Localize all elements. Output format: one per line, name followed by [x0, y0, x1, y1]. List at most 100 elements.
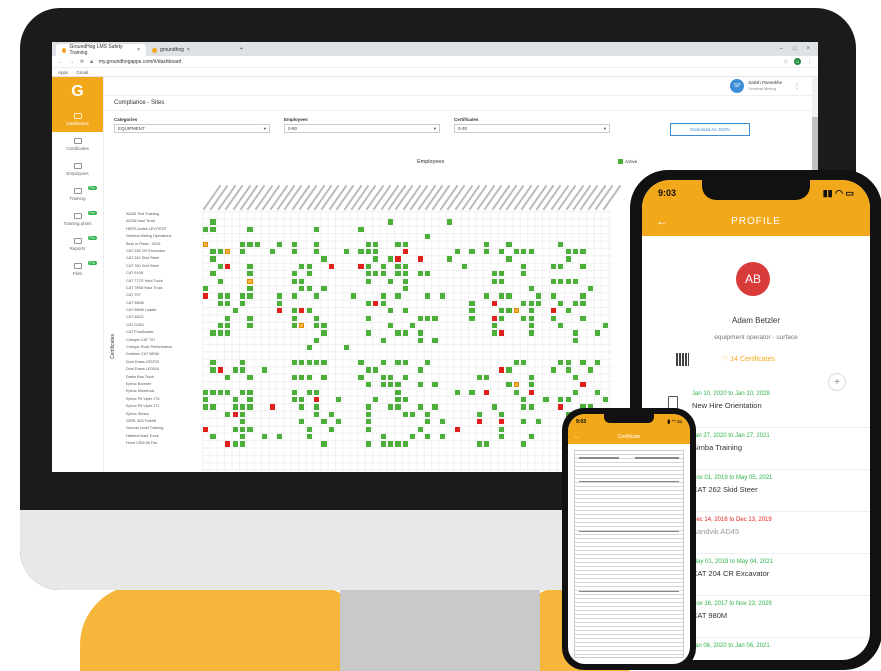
matrix-cell-active[interactable]	[321, 419, 327, 425]
matrix-cell-active[interactable]	[402, 397, 408, 403]
matrix-cell-active[interactable]	[499, 411, 505, 417]
matrix-cell-active[interactable]	[210, 434, 216, 440]
matrix-cell-active[interactable]	[365, 249, 371, 255]
matrix-cell-expired[interactable]	[558, 404, 564, 410]
matrix-cell-active[interactable]	[484, 293, 490, 299]
matrix-cell-active[interactable]	[240, 241, 246, 247]
matrix-cell-active[interactable]	[558, 360, 564, 366]
matrix-cell-active[interactable]	[402, 441, 408, 447]
matrix-cell-active[interactable]	[240, 360, 246, 366]
matrix-cell-active[interactable]	[321, 286, 327, 292]
matrix-cell-active[interactable]	[521, 360, 527, 366]
matrix-cell-active[interactable]	[513, 249, 519, 255]
matrix-cell-expired[interactable]	[499, 330, 505, 336]
matrix-cell-active[interactable]	[521, 300, 527, 306]
matrix-cell-active[interactable]	[240, 293, 246, 299]
bookmark-apps[interactable]: Apps	[58, 70, 68, 75]
matrix-cell-active[interactable]	[217, 293, 223, 299]
matrix-cell-expired[interactable]	[550, 308, 556, 314]
matrix-cell-active[interactable]	[210, 404, 216, 410]
matrix-cell-active[interactable]	[232, 441, 238, 447]
matrix-cell-active[interactable]	[203, 397, 209, 403]
menu-icon[interactable]: ⋮	[807, 59, 812, 65]
matrix-cell-active[interactable]	[358, 374, 364, 380]
matrix-cell-active[interactable]	[225, 323, 231, 329]
matrix-cell-expired[interactable]	[417, 256, 423, 262]
matrix-cell-active[interactable]	[417, 337, 423, 343]
matrix-cell-active[interactable]	[247, 293, 253, 299]
matrix-cell-active[interactable]	[417, 271, 423, 277]
matrix-cell-active[interactable]	[388, 374, 394, 380]
matrix-cell-active[interactable]	[580, 293, 586, 299]
certificates-select[interactable]: 0-30 ▾	[454, 124, 610, 133]
matrix-cell-active[interactable]	[314, 404, 320, 410]
matrix-cell-active[interactable]	[499, 249, 505, 255]
matrix-cell-active[interactable]	[410, 411, 416, 417]
matrix-cell-active[interactable]	[491, 323, 497, 329]
matrix-cell-active[interactable]	[388, 278, 394, 284]
matrix-cell-active[interactable]	[536, 293, 542, 299]
matrix-cell-active[interactable]	[587, 286, 593, 292]
matrix-cell-active[interactable]	[210, 271, 216, 277]
matrix-cell-active[interactable]	[573, 278, 579, 284]
close-window-icon[interactable]: ×	[806, 46, 810, 52]
matrix-cell-active[interactable]	[491, 404, 497, 410]
matrix-cell-active[interactable]	[240, 300, 246, 306]
matrix-cell-active[interactable]	[232, 367, 238, 373]
matrix-cell-expired[interactable]	[232, 411, 238, 417]
matrix-cell-active[interactable]	[402, 360, 408, 366]
matrix-cell-active[interactable]	[550, 278, 556, 284]
matrix-cell-active[interactable]	[521, 404, 527, 410]
matrix-cell-active[interactable]	[210, 367, 216, 373]
matrix-cell-pending[interactable]	[203, 241, 209, 247]
matrix-cell-active[interactable]	[314, 389, 320, 395]
matrix-cell-expired[interactable]	[499, 367, 505, 373]
matrix-cell-active[interactable]	[417, 426, 423, 432]
matrix-cell-active[interactable]	[580, 300, 586, 306]
matrix-cell-active[interactable]	[291, 315, 297, 321]
account-avatar[interactable]: G	[794, 58, 801, 65]
matrix-cell-expired[interactable]	[484, 389, 490, 395]
categories-select[interactable]: EQUIPMENT ▾	[114, 124, 270, 133]
matrix-cell-active[interactable]	[291, 397, 297, 403]
matrix-cell-active[interactable]	[314, 360, 320, 366]
browser-tab-1[interactable]: GroundHog LMS Safety Training ×	[56, 44, 146, 56]
matrix-cell-expired[interactable]	[454, 426, 460, 432]
matrix-cell-active[interactable]	[558, 278, 564, 284]
matrix-cell-active[interactable]	[247, 404, 253, 410]
matrix-cell-active[interactable]	[432, 404, 438, 410]
matrix-cell-active[interactable]	[365, 426, 371, 432]
minimize-icon[interactable]: –	[780, 46, 783, 52]
matrix-cell-active[interactable]	[469, 308, 475, 314]
matrix-cell-active[interactable]	[321, 441, 327, 447]
matrix-cell-active[interactable]	[395, 404, 401, 410]
matrix-cell-active[interactable]	[491, 271, 497, 277]
matrix-cell-active[interactable]	[299, 278, 305, 284]
matrix-cell-active[interactable]	[203, 389, 209, 395]
matrix-cell-active[interactable]	[425, 360, 431, 366]
matrix-cell-active[interactable]	[565, 249, 571, 255]
matrix-cell-active[interactable]	[299, 360, 305, 366]
matrix-cell-expired[interactable]	[358, 263, 364, 269]
matrix-cell-active[interactable]	[402, 286, 408, 292]
matrix-cell-active[interactable]	[536, 419, 542, 425]
matrix-cell-active[interactable]	[321, 323, 327, 329]
matrix-cell-active[interactable]	[321, 374, 327, 380]
matrix-cell-active[interactable]	[425, 234, 431, 240]
matrix-cell-active[interactable]	[432, 337, 438, 343]
matrix-cell-expired[interactable]	[203, 426, 209, 432]
matrix-cell-active[interactable]	[580, 315, 586, 321]
matrix-cell-active[interactable]	[365, 241, 371, 247]
sidebar-item-dashboard[interactable]: Dashboard	[52, 107, 103, 132]
matrix-cell-active[interactable]	[240, 426, 246, 432]
matrix-cell-active[interactable]	[380, 337, 386, 343]
matrix-cell-active[interactable]	[499, 293, 505, 299]
matrix-cell-active[interactable]	[291, 389, 297, 395]
matrix-cell-active[interactable]	[439, 434, 445, 440]
new-tab-icon[interactable]: +	[236, 46, 247, 52]
matrix-cell-active[interactable]	[388, 308, 394, 314]
matrix-cell-active[interactable]	[217, 300, 223, 306]
matrix-cell-active[interactable]	[217, 389, 223, 395]
matrix-cell-active[interactable]	[373, 271, 379, 277]
matrix-cell-active[interactable]	[210, 389, 216, 395]
